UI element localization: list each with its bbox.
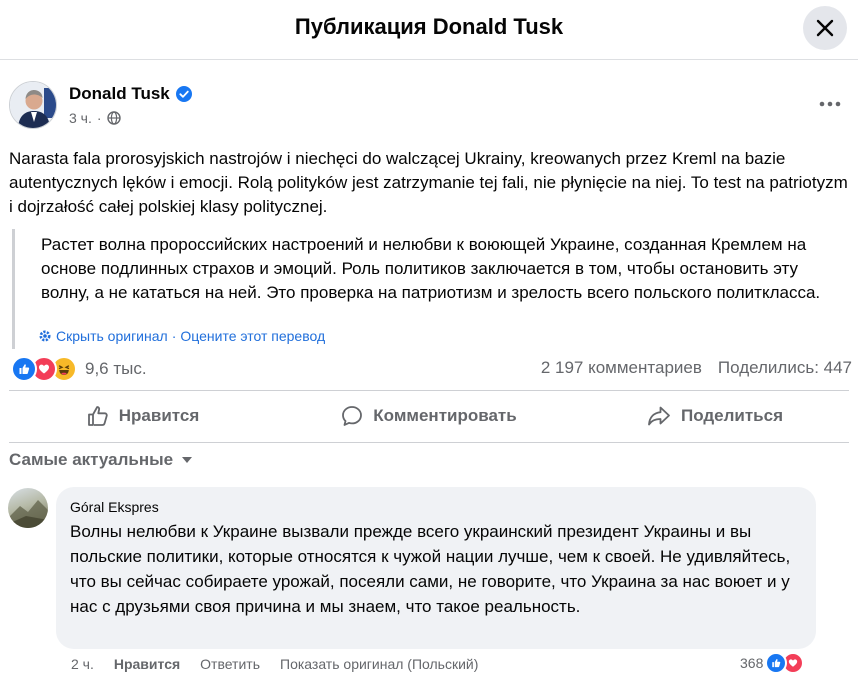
reactions-summary[interactable]: 9,6 тыс. [11,356,147,382]
gear-icon [39,330,51,342]
dialog-title: Публикация Donald Tusk [294,14,564,39]
share-arrow-icon [648,406,670,426]
author-avatar-image [10,82,56,128]
show-original-link[interactable]: Показать оригинал (Польский) [280,656,478,672]
author-row: Donald Tusk [69,84,192,104]
commenter-avatar[interactable] [8,488,48,528]
comment-reply-button[interactable]: Ответить [200,656,260,672]
comment-like-button[interactable]: Нравится [114,656,180,672]
shares-count[interactable]: Поделились: 447 [718,358,852,378]
translation-text: Растет волна пророссийских настроений и … [41,235,821,302]
comment-bubble-icon [342,406,363,426]
comment-reactions[interactable]: 368 [740,652,805,674]
share-button[interactable]: Поделиться [572,390,858,442]
rate-translation-link[interactable]: Оцените этот перевод [180,328,325,344]
reactions-count[interactable]: 9,6 тыс. [85,359,147,379]
more-options-button[interactable] [812,90,848,118]
like-button[interactable]: Нравится [0,390,286,442]
comment-actions: 2 ч. Нравится Ответить Показать оригинал… [71,656,478,672]
comment-bubble: Góral Ekspres Волны нелюбви к Украине вы… [56,487,816,649]
link-separator: · [171,328,177,344]
comment-button-label: Комментировать [373,406,517,425]
post-meta: 3 ч. · [69,110,121,126]
close-button[interactable] [803,6,847,50]
author-name[interactable]: Donald Tusk [69,84,170,104]
thumbs-up-icon [87,406,108,426]
comment-time[interactable]: 2 ч. [71,656,94,672]
author-avatar[interactable] [9,81,57,129]
post-stats: 2 197 комментариев Поделились: 447 [541,358,852,378]
globe-icon [106,111,121,125]
verified-icon [175,86,192,102]
like-reaction-icon [11,356,37,382]
comment-sort-dropdown[interactable]: Самые актуальные [9,450,193,470]
sort-label: Самые актуальные [9,450,174,469]
comments-count[interactable]: 2 197 комментариев [541,358,702,378]
like-button-label: Нравится [118,406,200,425]
post-time[interactable]: 3 ч. [69,110,92,126]
like-reaction-icon [765,652,788,674]
comment-text: Волны нелюбви к Украине вызвали прежде в… [70,522,791,616]
share-button-label: Поделиться [680,406,784,425]
hide-original-link[interactable]: Скрыть оригинал [56,328,168,344]
comment-button[interactable]: Комментировать [286,390,572,442]
divider-bottom [9,442,849,443]
meta-dot: · [96,110,102,126]
post-text: Narasta fala prorosyjskich nastrojów i n… [9,149,848,216]
post-actions: Нравится Комментировать Поделиться [0,390,858,442]
more-icon [819,101,841,107]
close-icon [816,19,834,37]
caret-down-icon [182,457,193,463]
commenter-avatar-image [8,500,48,528]
dialog-header: Публикация Donald Tusk [0,0,858,60]
translation-links: Скрыть оригинал · Оцените этот перевод [38,328,325,344]
commenter-name[interactable]: Góral Ekspres [70,499,802,515]
comment-reactions-count: 368 [740,655,764,671]
